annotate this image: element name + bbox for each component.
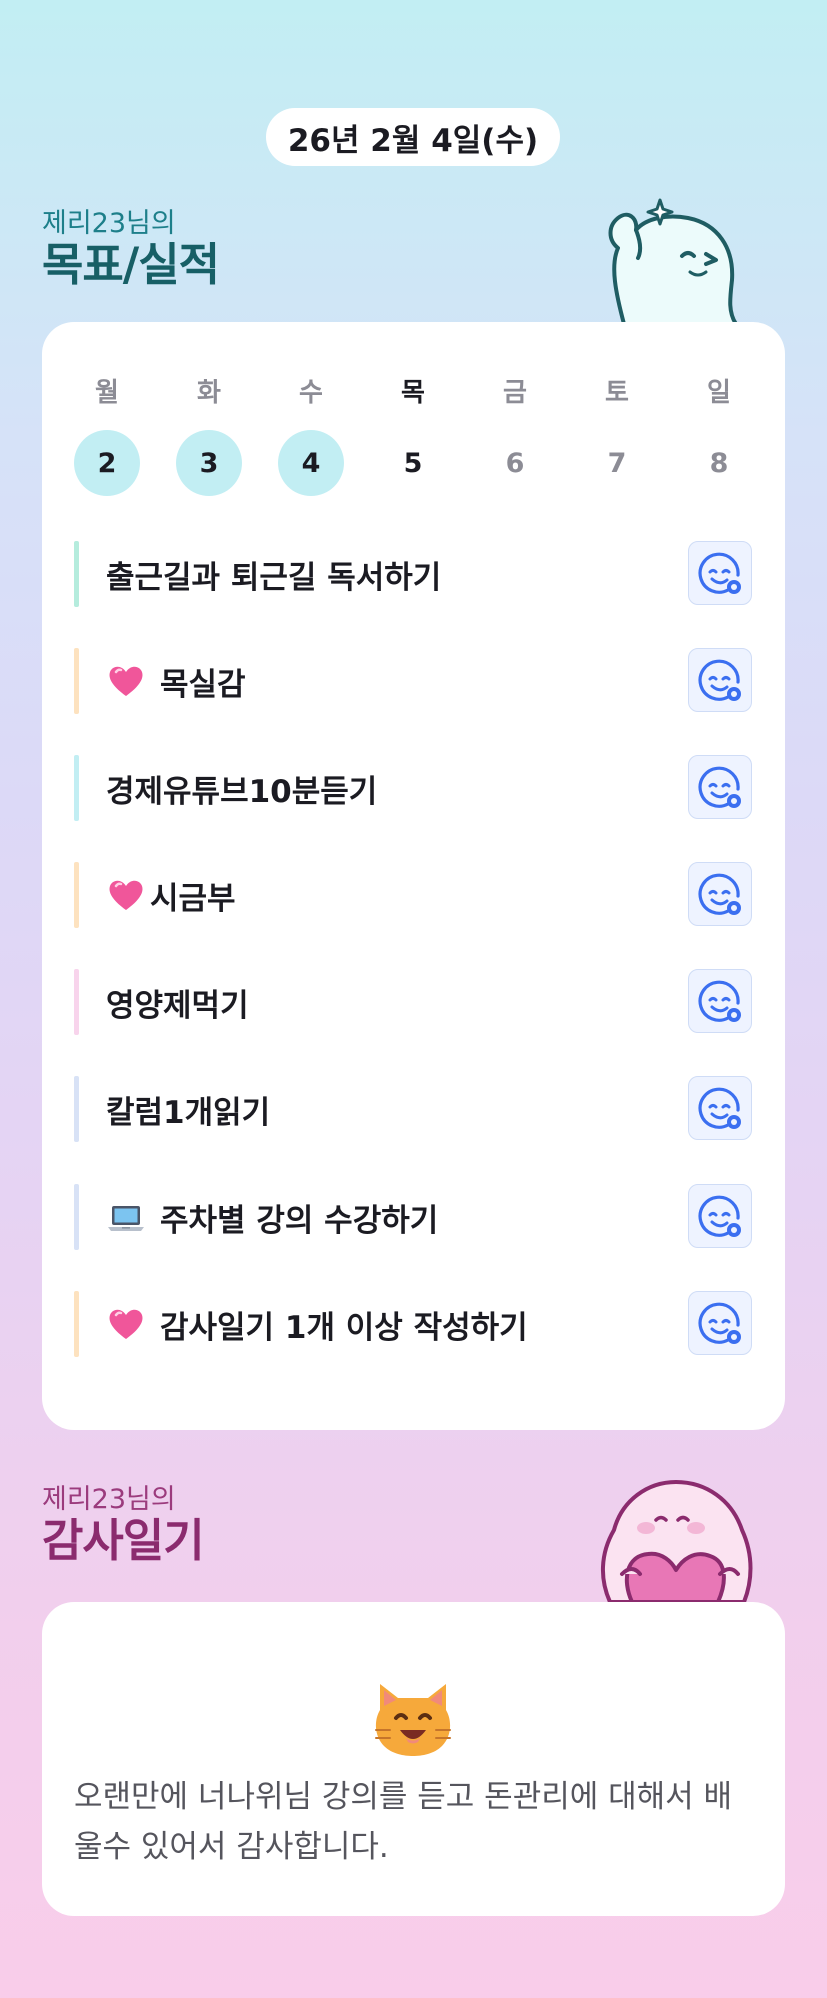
- goal-color-bar: [74, 648, 79, 714]
- weekday-label: 토: [605, 378, 629, 408]
- goal-label-wrap: 시금부: [106, 862, 236, 928]
- laptop-icon: [106, 1197, 146, 1237]
- smile-check-icon: [698, 659, 741, 701]
- diary-entry-text: 오랜만에 너나위님 강의를 듣고 돈관리에 대해서 배울수 있어서 감사합니다.: [74, 1779, 733, 1865]
- goal-label: 출근길과 퇴근길 독서하기: [106, 559, 442, 596]
- goal-label-wrap: 출근길과 퇴근길 독서하기: [106, 541, 441, 607]
- heart-icon: [106, 875, 146, 915]
- weekday-label-today: 목: [401, 378, 425, 408]
- weekday-label: 일: [707, 378, 731, 408]
- goal-label: 시금부: [150, 880, 236, 917]
- goal-label-wrap: 영양제먹기: [106, 969, 249, 1035]
- goal-label-wrap: 감사일기 1개 이상 작성하기: [106, 1291, 528, 1357]
- mascot-heart-hug-icon: [600, 1480, 753, 1602]
- smile-check-icon: [698, 873, 741, 915]
- goal-reaction-button[interactable]: [688, 862, 752, 926]
- goal-color-bar: [74, 969, 79, 1035]
- goal-item[interactable]: 경제유튜브10분듣기: [74, 755, 752, 821]
- goal-label-wrap: 경제유튜브10분듣기: [106, 755, 377, 821]
- day-circle[interactable]: 7: [584, 430, 650, 496]
- goal-item[interactable]: 감사일기 1개 이상 작성하기: [74, 1291, 752, 1357]
- goal-reaction-button[interactable]: [688, 648, 752, 712]
- goal-reaction-button[interactable]: [688, 1076, 752, 1140]
- goal-label: 경제유튜브10분듣기: [106, 773, 378, 810]
- smile-check-icon: [698, 980, 741, 1022]
- goal-label: 영양제먹기: [106, 987, 249, 1024]
- goal-reaction-button[interactable]: [688, 541, 752, 605]
- goal-item[interactable]: 목실감: [74, 648, 752, 714]
- goals-title: 목표/실적: [42, 238, 220, 291]
- smile-check-icon: [698, 766, 741, 808]
- goal-label: 목실감: [160, 666, 246, 703]
- goal-label-wrap: 목실감: [106, 648, 246, 714]
- goal-reaction-button[interactable]: [688, 755, 752, 819]
- goal-color-bar: [74, 755, 79, 821]
- goal-color-bar: [74, 1291, 79, 1357]
- goals-subtitle: 제리23님의: [42, 208, 176, 239]
- diary-title: 감사일기: [42, 1514, 205, 1567]
- mascot-thumbs-up-icon: [608, 198, 738, 324]
- goal-color-bar: [74, 1184, 79, 1250]
- goal-label-wrap: 칼럼1개읽기: [106, 1076, 270, 1142]
- day-circle-completed[interactable]: 3: [176, 430, 242, 496]
- goals-section-header: 제리23님의 목표/실적: [42, 208, 220, 291]
- smile-check-icon: [698, 1087, 741, 1129]
- day-circle-completed[interactable]: 4: [278, 430, 344, 496]
- smile-check-icon: [698, 1302, 741, 1344]
- weekday-label: 월: [95, 378, 119, 408]
- day-circle-completed[interactable]: 2: [74, 430, 140, 496]
- weekday-header: 월 화 수 목 금 토 일: [74, 372, 737, 408]
- goal-label: 감사일기 1개 이상 작성하기: [160, 1309, 528, 1346]
- heart-icon: [106, 1304, 146, 1344]
- day-circle[interactable]: 8: [686, 430, 752, 496]
- day-circle[interactable]: 6: [482, 430, 548, 496]
- goal-item[interactable]: 출근길과 퇴근길 독서하기: [74, 541, 752, 607]
- weekday-label: 수: [299, 378, 323, 408]
- smile-check-icon: [698, 552, 741, 594]
- day-circle-today[interactable]: 5: [380, 430, 446, 496]
- goal-label: 주차별 강의 수강하기: [160, 1202, 439, 1239]
- goal-color-bar: [74, 862, 79, 928]
- weekday-label: 금: [503, 378, 527, 408]
- goal-color-bar: [74, 541, 79, 607]
- goal-label-wrap: 주차별 강의 수강하기: [106, 1184, 438, 1250]
- goal-reaction-button[interactable]: [688, 969, 752, 1033]
- date-badge[interactable]: 26년 2월 4일(수): [266, 108, 560, 166]
- diary-subtitle: 제리23님의: [42, 1484, 176, 1515]
- goal-item[interactable]: 칼럼1개읽기: [74, 1076, 752, 1142]
- weekday-label: 화: [197, 378, 221, 408]
- goal-item[interactable]: 영양제먹기: [74, 969, 752, 1035]
- goal-item[interactable]: 주차별 강의 수강하기: [74, 1184, 752, 1250]
- goal-label: 칼럼1개읽기: [106, 1094, 271, 1131]
- cat-face-icon: [375, 1684, 451, 1756]
- date-label: 26년 2월 4일(수): [287, 122, 539, 159]
- smile-check-icon: [698, 1195, 741, 1237]
- goal-reaction-button[interactable]: [688, 1291, 752, 1355]
- diary-section-header: 제리23님의 감사일기: [42, 1484, 205, 1567]
- goal-reaction-button[interactable]: [688, 1184, 752, 1248]
- week-days: 2 3 4 5 6 7 8: [74, 430, 737, 496]
- heart-icon: [106, 661, 146, 701]
- goal-item[interactable]: 시금부: [74, 862, 752, 928]
- goal-color-bar: [74, 1076, 79, 1142]
